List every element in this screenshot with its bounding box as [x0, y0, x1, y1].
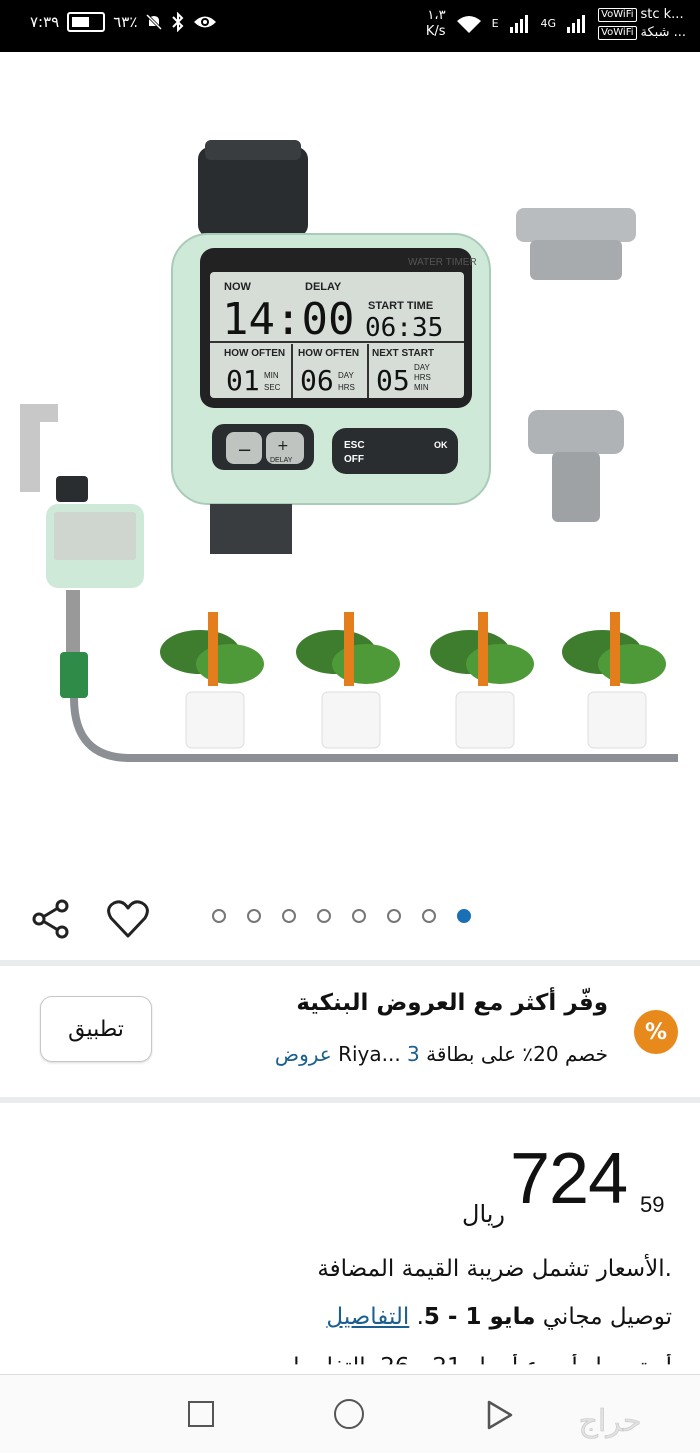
device-ok-label: OK — [434, 440, 448, 450]
adapter-fittings — [516, 208, 636, 522]
lcd-next-start-unit-b: HRS — [414, 373, 431, 382]
home-button[interactable] — [334, 1399, 364, 1429]
small-device-on-tap — [20, 404, 144, 698]
section-divider — [0, 960, 700, 966]
lcd-how-often-1-label: HOW OFTEN — [224, 348, 285, 359]
recent-apps-button[interactable] — [188, 1401, 214, 1427]
status-bar: ٧:٣٩ ٦٣٪ ١،٣ K/s E 4G VoWiFi stc k... VoW… — [0, 0, 700, 52]
bank-offers[interactable]: تطبيق وفّر أكثر مع العروض البنكية خصم 20… — [0, 968, 700, 1098]
lcd-start-time: 06:35 — [365, 313, 443, 343]
net-speed: ١،٣ K/s — [426, 8, 446, 40]
lcd-next-start-unit-a: DAY — [414, 363, 431, 372]
device-label: WATER TIMER — [408, 257, 477, 268]
carrier-1: stc k... — [640, 7, 684, 22]
plants — [160, 612, 666, 749]
haraj-watermark: حراج — [578, 1404, 642, 1440]
product-image[interactable]: WATER TIMER NOW DELAY 14:00 START TIME 0… — [0, 52, 700, 882]
pagination-dot[interactable] — [387, 909, 401, 923]
gallery-actions — [0, 888, 700, 948]
delivery-suffix: . — [416, 1304, 424, 1330]
eye-icon — [194, 16, 217, 28]
delivery-dates: مايو 1 - 5 — [423, 1304, 536, 1330]
details-link[interactable]: التفاصيل — [326, 1304, 409, 1330]
net-speed-unit: K/s — [425, 23, 446, 39]
lcd-time: 14:00 — [222, 294, 354, 345]
water-timer-device — [171, 140, 491, 554]
watermark-text: حراج — [579, 1404, 642, 1439]
pagination-dot[interactable] — [282, 909, 296, 923]
device-delay-label: DELAY — [270, 457, 293, 464]
tax-note: .الأسعار تشمل ضريبة القيمة المضافة — [317, 1256, 672, 1282]
price-fraction: 59 — [640, 1192, 665, 1217]
pagination-dot[interactable] — [317, 909, 331, 923]
battery-percent: ٦٣٪ — [113, 13, 138, 31]
lcd-how-often-1-unit-b: SEC — [264, 383, 281, 392]
heart-icon[interactable] — [106, 898, 150, 940]
pagination-dot[interactable] — [247, 909, 261, 923]
volte-badge-2: VoWiFi — [598, 25, 637, 40]
e-label: E — [491, 17, 499, 30]
mute-bell-icon — [146, 13, 163, 31]
lcd-how-often-2-value: 06 — [300, 364, 334, 397]
wifi-icon — [456, 15, 481, 33]
offer-subtitle: خصم 20٪ على بطاقة Riya... 3 عروض — [275, 1042, 608, 1066]
lcd-how-often-2-label: HOW OFTEN — [298, 348, 359, 359]
lcd-now-label: NOW — [224, 281, 252, 293]
delivery-prefix: توصيل مجاني — [542, 1304, 672, 1330]
lcd-how-often-1-unit-a: MIN — [264, 371, 279, 380]
system-nav-bar: حراج — [0, 1374, 700, 1453]
lcd-next-start-unit-c: MIN — [414, 383, 429, 392]
price-currency: ريال — [462, 1200, 506, 1228]
back-button[interactable] — [486, 1399, 514, 1431]
signal-icon-2 — [567, 14, 586, 33]
carrier-2: شبكة ... — [640, 25, 687, 40]
lcd-next-start-value: 05 — [376, 364, 410, 397]
status-right: ١،٣ K/s E 4G VoWiFi stc k... VoWiFi شبكة .… — [426, 7, 686, 40]
device-plus-label: + — [277, 438, 289, 454]
section-divider — [0, 1097, 700, 1103]
offer-description: خصم 20٪ على بطاقة Riya... — [338, 1042, 608, 1066]
pagination-dots[interactable] — [212, 909, 471, 923]
apply-button[interactable]: تطبيق — [40, 996, 152, 1062]
lcd-how-often-2-unit-b: HRS — [338, 383, 355, 392]
delivery-info: توصيل مجاني مايو 1 - 5. التفاصيل — [326, 1304, 672, 1330]
pagination-dot[interactable] — [212, 909, 226, 923]
lcd-start-time-label: START TIME — [368, 300, 433, 312]
lcd-next-start-label: NEXT START — [372, 348, 434, 359]
share-icon[interactable] — [30, 898, 72, 940]
price-section: 724 59 ريال .الأسعار تشمل ضريبة القيمة ا… — [0, 1104, 700, 1374]
pagination-dot[interactable] — [352, 909, 366, 923]
pagination-dot[interactable] — [457, 909, 471, 923]
price-whole: 724 — [510, 1139, 628, 1219]
product-image-gallery[interactable]: WATER TIMER NOW DELAY 14:00 START TIME 0… — [0, 52, 700, 882]
network-type: 4G — [540, 17, 557, 30]
device-off-label: OFF — [344, 454, 364, 465]
lcd-how-often-2-unit-a: DAY — [338, 371, 355, 380]
pagination-dot[interactable] — [422, 909, 436, 923]
clock: ٧:٣٩ — [30, 13, 60, 31]
carrier-info: VoWiFi stc k... VoWiFi شبكة ... — [598, 7, 686, 40]
net-speed-value: ١،٣ — [427, 7, 446, 23]
status-left: ٧:٣٩ ٦٣٪ — [30, 12, 217, 32]
signal-icon-1 — [509, 14, 528, 33]
lcd-delay-label: DELAY — [305, 281, 342, 293]
bluetooth-icon — [172, 12, 184, 32]
volte-badge-1: VoWiFi — [598, 7, 637, 22]
battery-icon — [67, 12, 106, 32]
offer-title: وفّر أكثر مع العروض البنكية — [296, 990, 608, 1016]
percent-badge-icon: % — [634, 1010, 678, 1054]
device-minus-label: − — [237, 440, 252, 461]
device-esc-label: ESC — [344, 440, 365, 451]
lcd-how-often-1-value: 01 — [226, 364, 260, 397]
